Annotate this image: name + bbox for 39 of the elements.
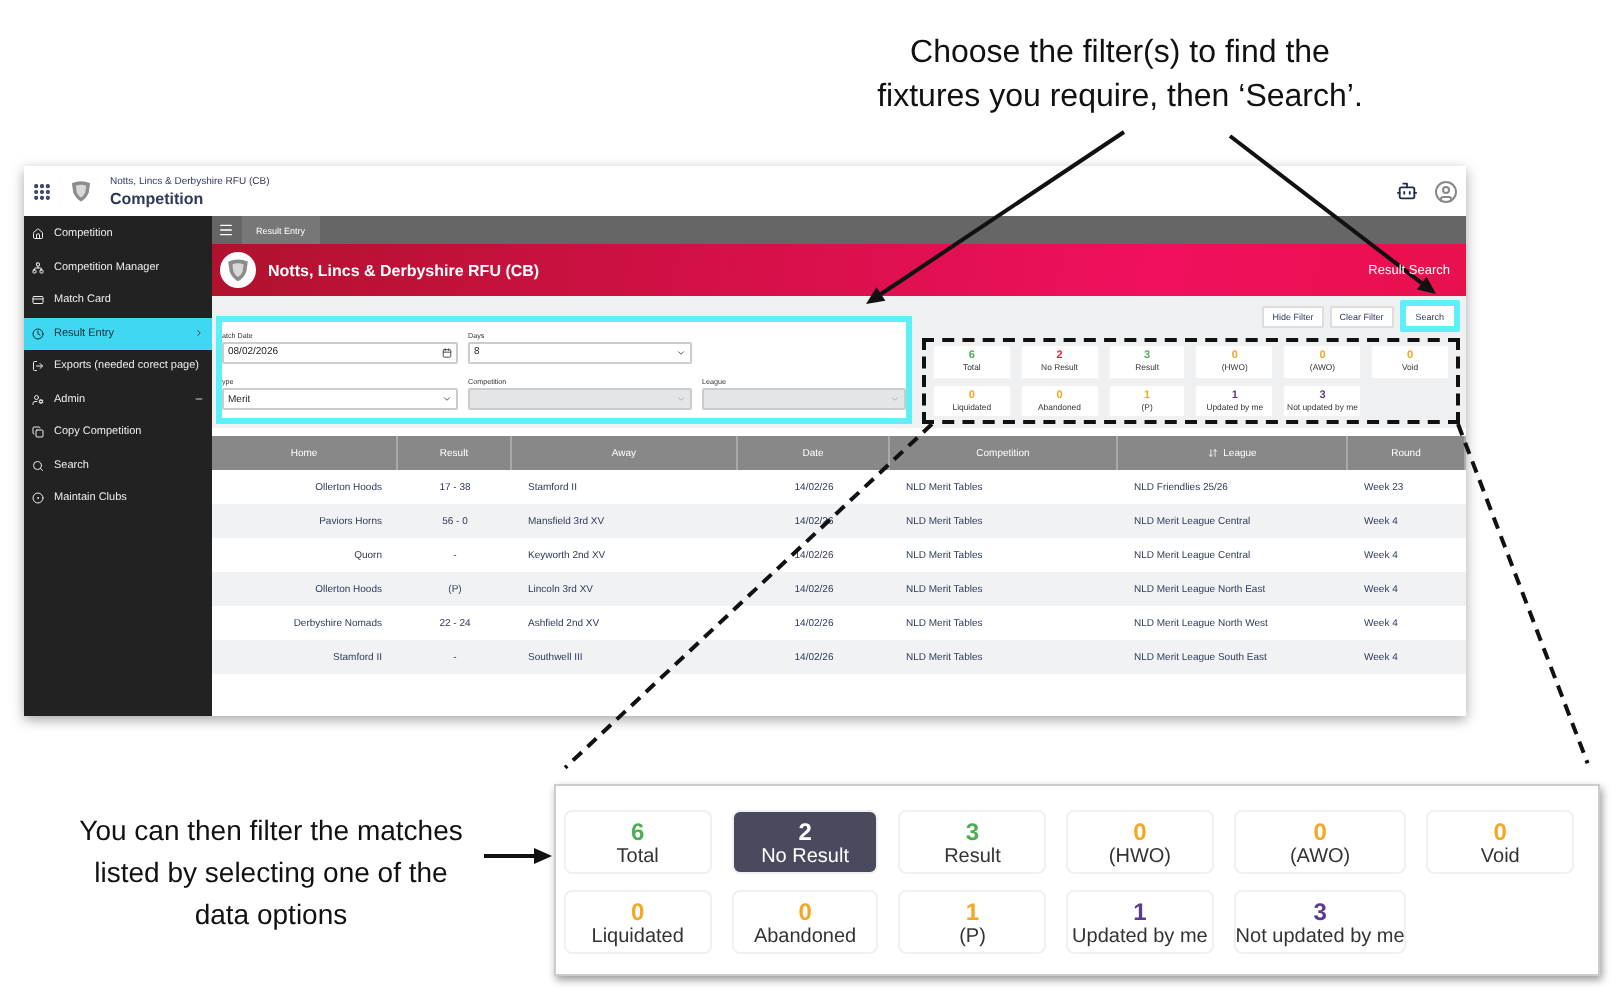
stat-tile[interactable]: 3 Not updated by me	[1233, 890, 1407, 954]
app-title: Competition	[110, 189, 206, 207]
instruction-text: You can then filter the matches listed by selecting one of the data options	[77, 812, 465, 934]
minus-icon[interactable]	[194, 394, 204, 405]
stat-tile[interactable]: 2 No Result	[731, 810, 879, 874]
stat-tile[interactable]: 0 (HWO)	[1066, 810, 1214, 874]
stat-tile[interactable]: 0 Void	[1426, 810, 1574, 874]
clock-icon	[32, 327, 44, 340]
search-icon	[32, 459, 44, 472]
target-icon	[32, 492, 44, 505]
shield-logo	[68, 178, 94, 204]
chevron-icon	[676, 394, 686, 405]
stat-tile[interactable]: 0 (AWO)	[1233, 810, 1407, 874]
banner-title: Notts, Lincs & Derbyshire RFU (CB)	[268, 261, 542, 279]
pointer-arrow	[484, 848, 552, 864]
exit-icon	[32, 360, 44, 373]
user-gear-icon	[32, 393, 44, 406]
stat-tile[interactable]: 3 Result	[898, 810, 1047, 874]
stat-tile[interactable]: 1 Updated by me	[1066, 890, 1214, 954]
menu-icon[interactable]	[218, 222, 234, 238]
apps-grid-icon[interactable]	[32, 181, 52, 201]
chevron-icon[interactable]	[194, 328, 204, 339]
stat-tile[interactable]: 1 (P)	[898, 890, 1047, 954]
shield-logo	[224, 256, 252, 284]
chevron-icon	[442, 394, 452, 405]
user-avatar-icon[interactable]	[1434, 179, 1458, 203]
sort-icon	[1207, 448, 1218, 458]
stat-tile[interactable]: 6 Total	[564, 810, 712, 874]
card-icon	[32, 294, 44, 307]
home-icon	[32, 228, 44, 241]
hierarchy-icon	[32, 261, 44, 274]
instruction-text: Choose the filter(s) to find the fixtures you require, then ‘Search’.	[875, 34, 1365, 118]
chevron-icon	[890, 394, 900, 405]
copy-icon	[32, 426, 44, 439]
stat-tile[interactable]: 0 Abandoned	[731, 890, 879, 954]
calendar-icon	[442, 347, 452, 358]
chevron-icon	[676, 347, 686, 358]
stat-tile[interactable]: 0 Liquidated	[564, 890, 712, 954]
robot-icon[interactable]	[1396, 180, 1418, 202]
